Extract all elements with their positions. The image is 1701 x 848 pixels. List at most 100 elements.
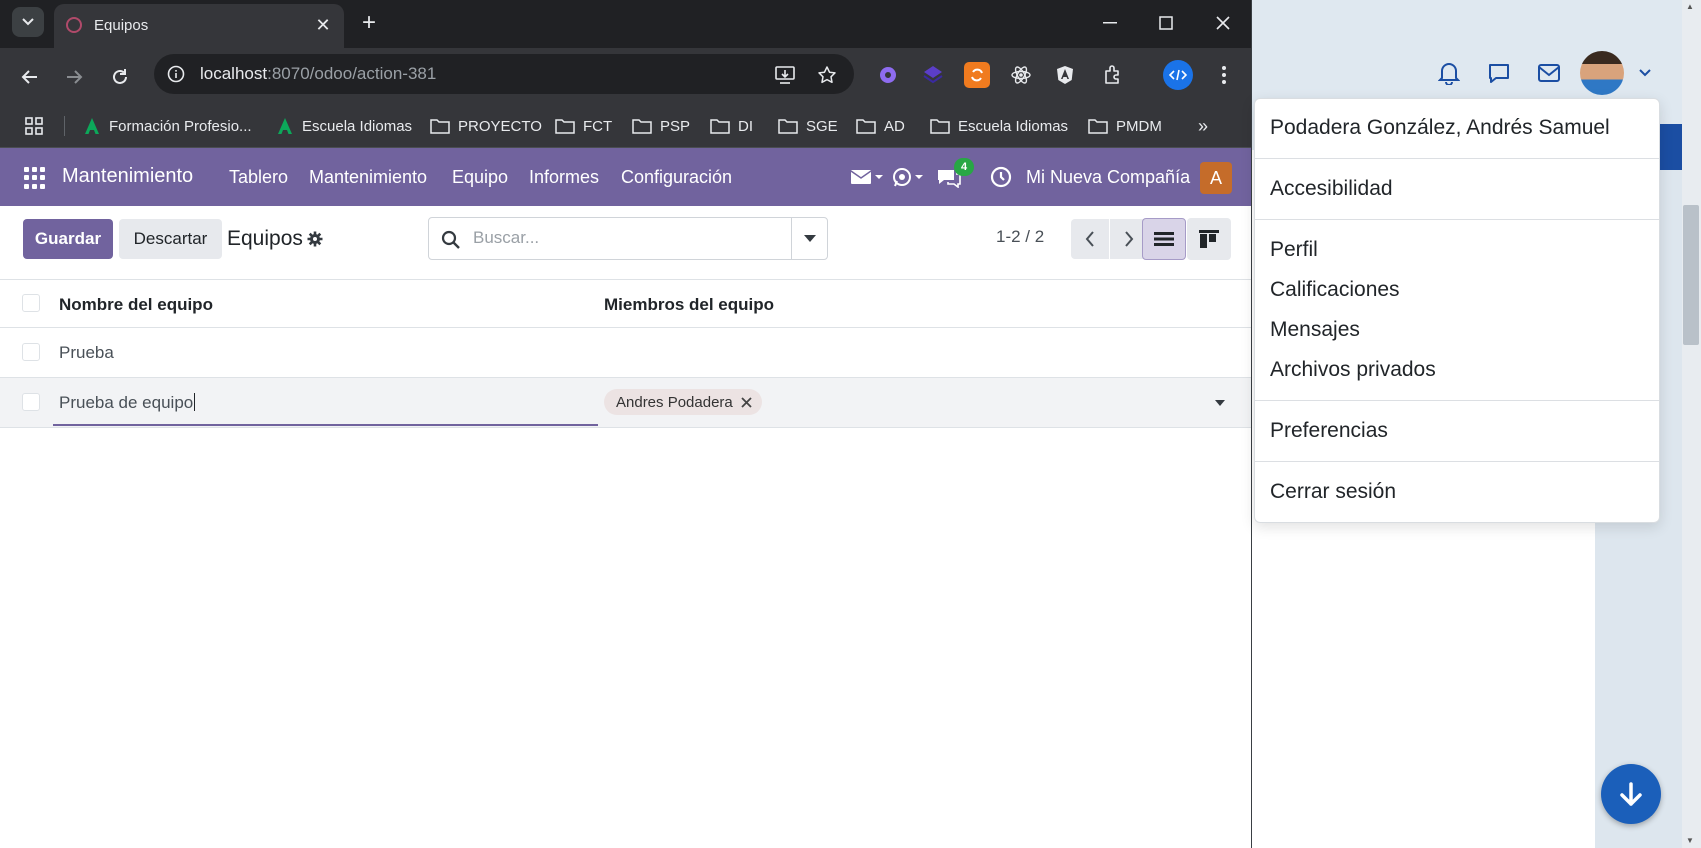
user-avatar[interactable]: A — [1200, 162, 1232, 194]
kanban-view-icon — [1199, 230, 1219, 248]
menu-informes[interactable]: Informes — [529, 167, 599, 188]
menu-equipo[interactable]: Equipo — [452, 167, 508, 188]
bookmark-di[interactable]: DI — [710, 115, 753, 137]
menu-item-logout[interactable]: Cerrar sesión — [1270, 480, 1396, 504]
scroll-down-icon[interactable]: ▼ — [1686, 836, 1696, 845]
apps-menu-icon[interactable] — [24, 167, 46, 189]
scroll-down-button[interactable] — [1601, 764, 1661, 824]
site-info-icon[interactable] — [166, 64, 186, 84]
kanban-view-button[interactable] — [1187, 218, 1231, 260]
whatsapp-dropdown-icon[interactable] — [892, 164, 924, 190]
url-path: :8070/odoo/action-381 — [267, 64, 437, 83]
search-input[interactable] — [473, 228, 793, 248]
menu-tablero[interactable]: Tablero — [229, 167, 288, 188]
mail-dropdown-icon[interactable] — [850, 164, 884, 190]
bookmark-formacion[interactable]: Formación Profesio... — [83, 115, 252, 137]
browser-window: Equipos ✕ + localhost:8070/odoo/action-3… — [0, 0, 1252, 848]
select-all-checkbox[interactable] — [22, 294, 40, 312]
menu-item-preferences[interactable]: Preferencias — [1270, 419, 1388, 443]
bookmark-pmdm[interactable]: PMDM — [1088, 115, 1162, 137]
bookmark-star-icon[interactable] — [814, 62, 840, 88]
install-app-icon[interactable] — [772, 62, 798, 88]
more-bookmarks-icon[interactable]: » — [1198, 115, 1208, 137]
pager-value[interactable]: 1-2 / 2 — [996, 227, 1044, 247]
table-row[interactable]: Prueba — [0, 328, 1251, 378]
scrollbar-track[interactable] — [1682, 0, 1701, 848]
column-header-name[interactable]: Nombre del equipo — [59, 295, 213, 315]
tag-remove-icon[interactable] — [741, 396, 752, 408]
extension-react-icon[interactable] — [1008, 62, 1034, 88]
maximize-button[interactable] — [1151, 10, 1181, 36]
reload-button[interactable] — [104, 61, 136, 93]
menu-item-private-files[interactable]: Archivos privados — [1270, 358, 1436, 382]
browser-menu-icon[interactable] — [1211, 62, 1237, 88]
bookmark-sge[interactable]: SGE — [778, 115, 838, 137]
text-cursor — [194, 393, 196, 411]
extension-gear-icon[interactable] — [875, 62, 901, 88]
new-tab-button[interactable]: + — [356, 9, 382, 36]
list-view-button[interactable] — [1142, 218, 1186, 260]
apps-grid-icon[interactable] — [24, 115, 44, 137]
extension-layers-icon[interactable] — [920, 62, 946, 88]
discard-button[interactable]: Descartar — [119, 219, 222, 259]
chat-icon[interactable] — [1486, 60, 1512, 86]
scroll-up-icon[interactable]: ▲ — [1686, 2, 1696, 11]
mail-icon[interactable] — [1536, 60, 1562, 86]
save-button[interactable]: Guardar — [23, 219, 113, 259]
minimize-button[interactable] — [1095, 10, 1125, 36]
menu-item-profile[interactable]: Perfil — [1270, 238, 1318, 262]
table-row-editing[interactable]: Prueba de equipo Andres Podadera — [0, 378, 1251, 428]
bookmark-label: PSP — [660, 117, 691, 135]
devtools-extension-icon[interactable] — [1163, 60, 1193, 90]
bookmark-fct[interactable]: FCT — [555, 115, 612, 137]
activity-clock-icon[interactable] — [990, 164, 1012, 190]
bookmark-psp[interactable]: PSP — [632, 115, 690, 137]
search-options-toggle[interactable] — [791, 218, 828, 259]
pager-previous-button[interactable] — [1071, 219, 1109, 259]
menu-item-accessibility[interactable]: Accesibilidad — [1270, 177, 1393, 201]
close-window-button[interactable] — [1208, 10, 1238, 36]
bookmark-ad[interactable]: AD — [856, 115, 905, 137]
row-checkbox[interactable] — [22, 343, 40, 361]
bookmark-label: Formación Profesio... — [109, 117, 252, 135]
url-text: localhost:8070/odoo/action-381 — [200, 64, 436, 84]
team-name-input[interactable]: Prueba de equipo — [59, 393, 196, 413]
menu-divider — [1255, 400, 1659, 401]
app-name[interactable]: Mantenimiento — [62, 165, 193, 188]
user-name: Podadera González, Andrés Samuel — [1270, 116, 1610, 139]
browser-tab[interactable]: Equipos ✕ — [54, 4, 344, 48]
menu-configuracion[interactable]: Configuración — [621, 167, 732, 188]
menu-mantenimiento[interactable]: Mantenimiento — [309, 167, 427, 188]
folder-icon — [778, 119, 798, 134]
column-header-members[interactable]: Miembros del equipo — [604, 295, 774, 315]
menu-item-messages[interactable]: Mensajes — [1270, 318, 1360, 342]
extensions-puzzle-icon[interactable] — [1100, 62, 1126, 88]
scrollbar-thumb[interactable] — [1683, 205, 1699, 345]
tab-search-button[interactable] — [12, 7, 44, 37]
user-avatar-photo[interactable] — [1580, 51, 1624, 95]
caret-down-icon — [804, 234, 816, 242]
tab-close-button[interactable]: ✕ — [312, 14, 334, 36]
row-checkbox[interactable] — [22, 393, 40, 411]
team-name-cell[interactable]: Prueba — [59, 343, 114, 363]
chevron-down-icon[interactable] — [1632, 60, 1658, 86]
bell-icon[interactable] — [1436, 60, 1462, 86]
bookmark-proyecto[interactable]: PROYECTO — [430, 115, 542, 137]
back-button[interactable] — [14, 61, 46, 93]
members-dropdown-icon[interactable] — [1214, 398, 1226, 408]
gear-icon[interactable] — [307, 231, 323, 247]
bookmark-label: AD — [884, 117, 905, 135]
bookmark-escuela-idiomas-folder[interactable]: Escuela Idiomas — [930, 115, 1068, 137]
tab-title: Equipos — [94, 17, 149, 34]
address-bar[interactable]: localhost:8070/odoo/action-381 — [154, 54, 854, 94]
bookmark-escuela-idiomas[interactable]: Escuela Idiomas — [276, 115, 412, 137]
forward-button[interactable] — [58, 61, 90, 93]
extension-sync-icon[interactable] — [964, 62, 990, 88]
search-bar[interactable] — [428, 217, 828, 260]
bookmarks-divider — [64, 116, 65, 136]
extension-angular-icon[interactable] — [1052, 62, 1078, 88]
chevron-left-icon — [1085, 231, 1094, 247]
menu-item-ratings[interactable]: Calificaciones — [1270, 278, 1400, 302]
browser-toolbar: localhost:8070/odoo/action-381 — [0, 48, 1251, 104]
company-switcher[interactable]: Mi Nueva Compañía — [1026, 167, 1190, 188]
